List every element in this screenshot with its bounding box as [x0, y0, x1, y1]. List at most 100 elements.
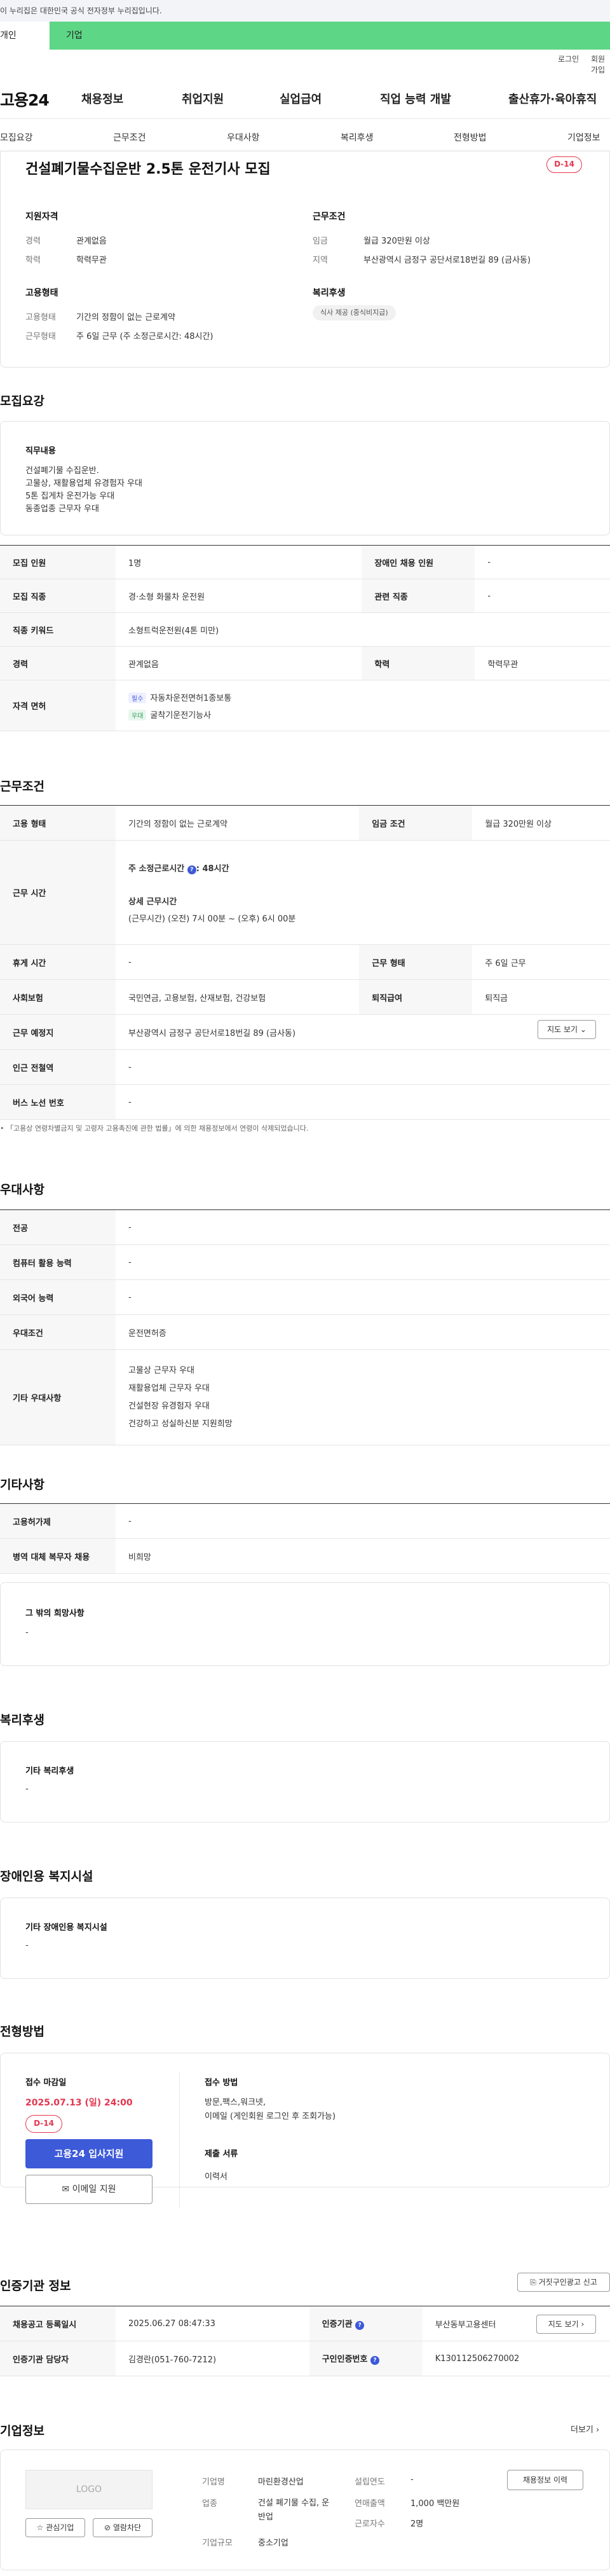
subnav-recruit[interactable]: 모집요강 — [0, 131, 33, 144]
disabled-other-title: 기타 장애인용 복지시설 — [25, 1923, 107, 1932]
report-label: 거짓구인광고 신고 — [538, 2278, 597, 2287]
block-company-button[interactable]: ⊘ 열람차단 — [93, 2518, 152, 2537]
license-cell: 필수 자동차운전면허1종보통 우대 굴착기운전기능사 — [116, 680, 610, 731]
table-cell: 월급 320만원 이상 — [472, 805, 610, 841]
method-title: 접수 방법 — [205, 2078, 238, 2088]
table-cell: 소형트럭운전원(4톤 미만) — [116, 612, 610, 647]
info-icon[interactable]: ? — [187, 865, 196, 874]
table-cell: - — [116, 1503, 610, 1539]
nav-job-info[interactable]: 채용정보 — [81, 90, 123, 107]
duty-line: 동종업종 근무자 우대 — [25, 504, 99, 514]
apply-button[interactable]: 고용24 입사지원 — [25, 2139, 152, 2168]
career-label: 경력 — [25, 237, 41, 246]
nav-parental-leave[interactable]: 출산휴가·육아휴직 — [508, 90, 597, 107]
other-pref-cell: 고물상 근무자 우대 재활용업체 근무자 우대 건설현장 유경험자 우대 건강하… — [116, 1349, 610, 1445]
dday-badge: D-14 — [546, 156, 582, 173]
table-header-cell: 버스 노선 번호 — [0, 1084, 116, 1120]
subnav-process[interactable]: 전형방법 — [454, 131, 487, 144]
fav-company-button[interactable]: ☆ 관심기업 — [25, 2518, 85, 2537]
pref-table: 전공 - 컴퓨터 활용 능력 - 외국어 능력 - 우대조건 운전면허증 기타 우대사항… — [0, 1209, 610, 1445]
deadline-value: 2025.07.13 (일) 24:00 — [25, 2098, 133, 2108]
mail-icon: ✉ — [62, 2184, 70, 2194]
table-row: 고용허가제 - — [0, 1503, 610, 1539]
recruit-section-title: 모집요강 — [0, 394, 44, 408]
table-header-cell: 인근 전철역 — [0, 1049, 116, 1085]
table-row: 기타 우대사항 고물상 근무자 우대 재활용업체 근무자 우대 건설현장 유경험… — [0, 1349, 610, 1445]
table-cell: - — [475, 545, 610, 579]
email-apply-button[interactable]: ✉ 이메일 지원 — [25, 2175, 152, 2204]
deadline-title: 접수 마감일 — [25, 2078, 67, 2088]
company-label: 업종 — [202, 2499, 217, 2509]
info-icon[interactable]: ? — [370, 2356, 380, 2365]
table-cell: 국민연금, 고용보험, 산재보험, 건강보험 — [116, 979, 360, 1015]
table-header-cell: 고용허가제 — [0, 1503, 116, 1539]
table-row: 고용 형태 기간의 정함이 없는 근로계약 임금 조건 월급 320만원 이상 — [0, 805, 610, 841]
cert-map-button[interactable]: 지도 보기 › — [536, 2315, 596, 2334]
info-icon[interactable]: ? — [355, 2321, 365, 2330]
table-cell: - — [475, 579, 610, 613]
hope-title: 그 밖의 희망사항 — [25, 1609, 85, 1618]
emp-type-title: 고용형태 — [25, 288, 58, 298]
table-header-cell: 인증기관 ? — [309, 2306, 423, 2341]
table-header-cell: 모집 직종 — [0, 579, 116, 613]
doc-value: 이력서 — [205, 2172, 227, 2182]
job-title: 건설폐기물수집운반 2.5톤 운전기사 모집 — [25, 162, 271, 177]
nav-job-skills[interactable]: 직업 능력 개발 — [380, 90, 451, 107]
join-link[interactable]: 회원가입 — [591, 53, 610, 75]
subnav-pref[interactable]: 우대사항 — [227, 131, 260, 144]
table-header-cell: 자격 면허 — [0, 680, 116, 731]
table-header-cell: 퇴직급여 — [359, 979, 473, 1015]
table-cell: K130112506270002 — [422, 2341, 610, 2376]
table-cell: 김경란(051-760-7212) — [116, 2341, 309, 2376]
table-header-cell: 병역 대체 복무자 채용 — [0, 1538, 116, 1574]
tab-personal[interactable]: 개인 — [0, 22, 50, 50]
table-row: 인근 전철역 - — [0, 1049, 610, 1085]
table-header-cell: 기타 우대사항 — [0, 1349, 116, 1445]
table-cell: 경·소형 화물차 운전원 — [116, 579, 362, 613]
table-header-cell: 인증기관 담당자 — [0, 2341, 116, 2376]
welfare-section-title: 복리후생 — [0, 1713, 44, 1727]
wage-value: 월급 320만원 이상 — [363, 237, 430, 246]
job-history-button[interactable]: 채용정보 이력 — [507, 2470, 583, 2490]
subnav-company[interactable]: 기업정보 — [567, 131, 600, 144]
report-icon: ⎘ — [530, 2278, 536, 2287]
table-header-cell: 근무 예정지 — [0, 1014, 116, 1050]
hope-panel — [0, 1582, 610, 1666]
map-view-button[interactable]: 지도 보기 ⌄ — [538, 1020, 596, 1039]
education-value: 학력무관 — [76, 256, 107, 265]
more-label: 더보기 — [571, 2425, 593, 2435]
table-row: 컴퓨터 활용 능력 - — [0, 1244, 610, 1280]
table-cell: 운전면허증 — [116, 1314, 610, 1350]
other-pref-item: 건강하고 성실하신분 지원희망 — [128, 1419, 233, 1429]
hours-main-value: 48시간 — [202, 864, 229, 874]
company-more-link[interactable]: 더보기 › — [571, 2423, 599, 2435]
process-dday-badge: D-14 — [25, 2115, 62, 2133]
table-row: 경력 관계없음 학력 학력무관 — [0, 646, 610, 680]
place-cell: 부산광역시 금정구 공단서로18번길 89 (금사동) — [116, 1014, 610, 1050]
table-header-cell: 외국어 능력 — [0, 1279, 116, 1315]
etc-section-title: 기타사항 — [0, 1478, 44, 1492]
table-cell: 비희망 — [116, 1538, 610, 1574]
subnav-work[interactable]: 근무조건 — [113, 131, 146, 144]
condition-title: 근무조건 — [313, 212, 346, 222]
table-row: 전공 - — [0, 1209, 610, 1245]
table-header-cell: 전공 — [0, 1209, 116, 1245]
nav-unemployment-benefit[interactable]: 실업급여 — [280, 90, 322, 107]
emp-type-value: 기간의 정함이 없는 근로계약 — [76, 313, 175, 322]
false-ad-report-button[interactable]: ⎘ 거짓구인광고 신고 — [517, 2273, 610, 2292]
site-logo[interactable]: 고용24 — [0, 88, 50, 111]
detail-hours-value: (근무시간) (오전) 7시 00분 ~ (오후) 6시 00분 — [128, 914, 296, 924]
tab-corporate[interactable]: 기업 — [66, 22, 83, 50]
method-line: 방문,팩스,워크넷, — [205, 2098, 266, 2107]
company-logo-placeholder: LOGO — [25, 2470, 152, 2509]
login-link[interactable]: 로그인 — [558, 53, 579, 64]
welfare-title: 복리후생 — [313, 288, 346, 298]
table-header-cell: 휴게 시간 — [0, 944, 116, 980]
work-type-label: 근무형태 — [25, 332, 56, 341]
nav-employment-support[interactable]: 취업지원 — [182, 90, 224, 107]
other-pref-item: 재활용업체 근무자 우대 — [128, 1383, 210, 1393]
table-row: 채용공고 등록일시 2025.06.27 08:47:33 인증기관 ? 부산동… — [0, 2306, 610, 2341]
duty-line: 고물상, 재활용업체 유경험자 우대 — [25, 479, 142, 488]
subnav-welfare[interactable]: 복리후생 — [341, 131, 374, 144]
chevron-right-icon: › — [596, 2425, 600, 2435]
